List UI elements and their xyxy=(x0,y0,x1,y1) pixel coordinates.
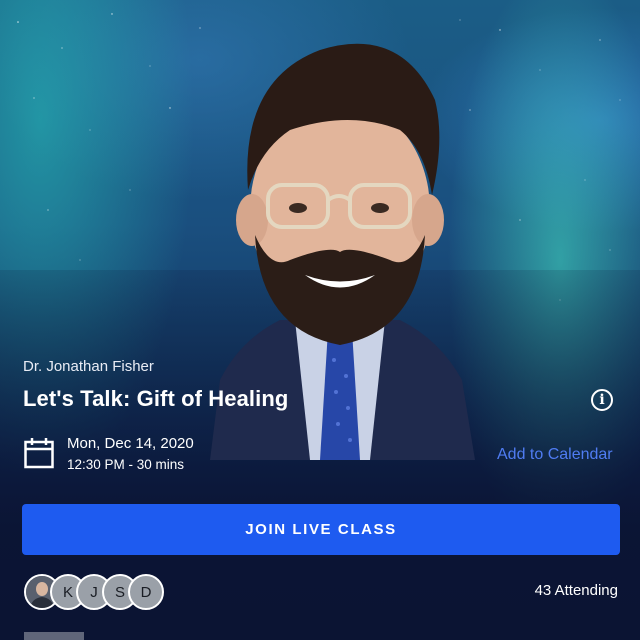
calendar-icon xyxy=(24,438,54,469)
next-section-peek xyxy=(24,632,84,640)
attending-count: 43 Attending xyxy=(534,582,618,599)
add-to-calendar-link[interactable]: Add to Calendar xyxy=(497,446,613,464)
event-time: 12:30 PM - 30 mins xyxy=(67,457,185,472)
info-icon[interactable]: i xyxy=(591,389,613,411)
event-title: Let's Talk: Gift of Healing xyxy=(23,386,289,411)
avatar: D xyxy=(128,574,164,610)
attendee-avatars[interactable]: K J S D xyxy=(24,574,184,610)
join-live-class-button[interactable]: JOIN LIVE CLASS xyxy=(22,504,620,555)
instructor-name: Dr. Jonathan Fisher xyxy=(23,358,154,375)
event-date: Mon, Dec 14, 2020 xyxy=(67,435,194,452)
